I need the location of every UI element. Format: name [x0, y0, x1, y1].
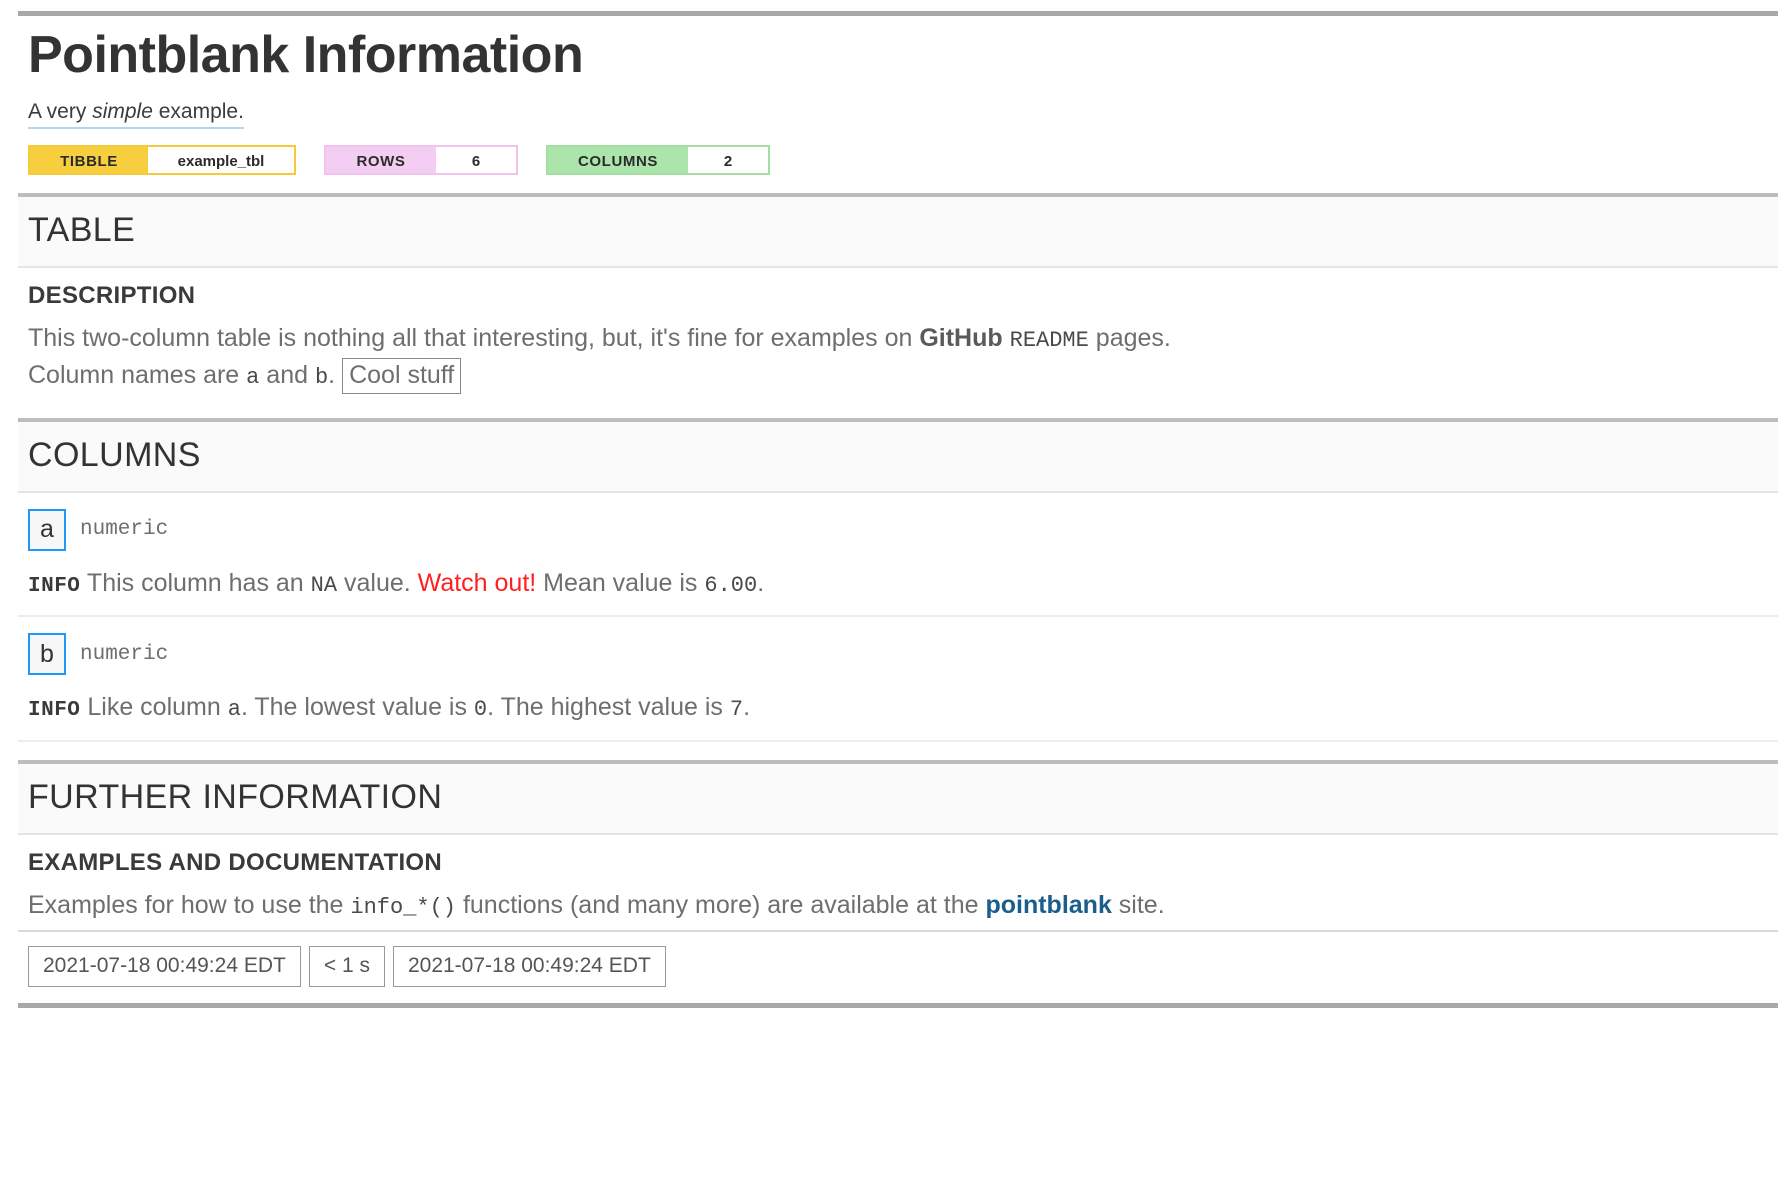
- badge-tibble-label: TIBBLE: [30, 146, 148, 173]
- section-title-table: TABLE: [28, 210, 136, 249]
- subtitle-emphasis: simple: [92, 99, 153, 123]
- badge-columns-label: COLUMNS: [548, 146, 688, 173]
- footer-start-time: 2021-07-18 00:49:24 EDT: [28, 945, 301, 987]
- pointblank-site-link[interactable]: pointblank: [985, 891, 1111, 919]
- column-b-info-high: 7: [729, 697, 744, 723]
- description-space: [1003, 324, 1010, 352]
- column-a-info-part-c: Mean value is: [536, 568, 705, 597]
- badge-tibble-value: example_tbl: [148, 146, 294, 173]
- badge-tibble: TIBBLE example_tbl: [28, 144, 296, 175]
- subsection-examples-and-documentation: EXAMPLES AND DOCUMENTATION Examples for …: [18, 835, 1778, 930]
- section-title-further-information: FURTHER INFORMATION: [28, 777, 443, 816]
- subtitle-suffix: example.: [152, 99, 244, 123]
- column-entry-b: b numeric INFO Like column a. The lowest…: [18, 617, 1778, 742]
- section-header-further-information: FURTHER INFORMATION: [18, 759, 1778, 835]
- column-b-header: b numeric: [28, 633, 1768, 676]
- badge-columns: COLUMNS 2: [546, 144, 770, 175]
- subtitle-wrapper: A very simple example.: [28, 83, 1768, 129]
- column-a-header: a numeric: [28, 508, 1768, 551]
- report-footer: 2021-07-18 00:49:24 EDT < 1 s 2021-07-18…: [18, 929, 1778, 999]
- column-a-info-tag: INFO: [28, 574, 81, 598]
- column-entry-a: a numeric INFO This column has an NA val…: [18, 493, 1778, 618]
- column-a-info-part-a: This column has an: [86, 568, 311, 597]
- description-col-b-code: b: [314, 364, 329, 390]
- column-b-info-part-c: . The highest value is: [487, 693, 730, 722]
- column-b-type: numeric: [80, 642, 169, 666]
- subtitle-prefix: A very: [28, 99, 93, 123]
- column-a-info: INFO This column has an NA value. Watch …: [28, 567, 1768, 607]
- column-a-info-na: NA: [310, 572, 338, 598]
- subsection-title-description: DESCRIPTION: [28, 281, 196, 309]
- column-b-info-low: 0: [473, 697, 488, 723]
- subtitle: A very simple example.: [28, 99, 244, 129]
- column-a-type: numeric: [80, 518, 169, 542]
- examples-text-part-a: Examples for how to use the: [28, 890, 351, 919]
- description-readme-code: README: [1009, 327, 1089, 353]
- badge-rows-label: ROWS: [326, 146, 436, 173]
- column-a-info-part-d: .: [757, 568, 765, 597]
- description-line1-part-b: pages.: [1088, 323, 1171, 352]
- badge-rows: ROWS 6: [324, 144, 518, 175]
- description-github: GitHub: [919, 323, 1003, 352]
- section-title-columns: COLUMNS: [28, 435, 201, 474]
- description-line2-end: .: [328, 360, 343, 389]
- bottom-divider: [18, 1002, 1778, 1008]
- footer-timestamp-row: 2021-07-18 00:49:24 EDT < 1 s 2021-07-18…: [28, 945, 1768, 987]
- pointblank-information-report: Pointblank Information A very simple exa…: [0, 11, 1786, 1008]
- column-b-info: INFO Like column a. The lowest value is …: [28, 691, 1768, 731]
- examples-text-part-b: functions (and many more) are available …: [456, 890, 986, 919]
- description-line2-part-a: Column names are: [28, 360, 247, 389]
- column-b-info-ref: a: [227, 697, 241, 723]
- examples-info-function-code: info_*(): [350, 894, 457, 920]
- column-b-info-part-b: . The lowest value is: [240, 693, 474, 722]
- column-a-info-part-b: value.: [337, 568, 418, 597]
- column-b-info-tag: INFO: [28, 699, 81, 723]
- column-a-info-mean-value: 6.00: [704, 572, 758, 598]
- badge-rows-value: 6: [436, 146, 516, 173]
- description-line2-mid: and: [259, 360, 315, 389]
- title-block: Pointblank Information A very simple exa…: [18, 16, 1778, 175]
- subsection-title-examples: EXAMPLES AND DOCUMENTATION: [28, 848, 443, 876]
- description-boxed-note: Cool stuff: [342, 357, 462, 394]
- subsection-description: DESCRIPTION This two-column table is not…: [18, 268, 1778, 400]
- summary-badge-row: TIBBLE example_tbl ROWS 6 COLUMNS 2: [28, 144, 1768, 175]
- column-b-info-part-a: Like column: [87, 693, 228, 722]
- column-b-name-chip: b: [28, 633, 66, 676]
- examples-text-part-c: site.: [1111, 890, 1165, 919]
- examples-text: Examples for how to use the info_*() fun…: [28, 887, 1768, 924]
- column-a-name-chip: a: [28, 508, 66, 551]
- column-b-info-part-d: .: [743, 693, 751, 722]
- description-col-a-code: a: [246, 364, 260, 390]
- column-a-info-warning: Watch out!: [417, 568, 537, 597]
- page-title: Pointblank Information: [28, 26, 584, 84]
- description-text: This two-column table is nothing all tha…: [28, 320, 1768, 394]
- section-header-table: TABLE: [18, 192, 1778, 268]
- footer-duration: < 1 s: [308, 945, 385, 987]
- section-header-columns: COLUMNS: [18, 417, 1778, 493]
- footer-end-time: 2021-07-18 00:49:24 EDT: [392, 945, 666, 987]
- badge-columns-value: 2: [688, 146, 768, 173]
- description-line1-part-a: This two-column table is nothing all tha…: [28, 323, 920, 352]
